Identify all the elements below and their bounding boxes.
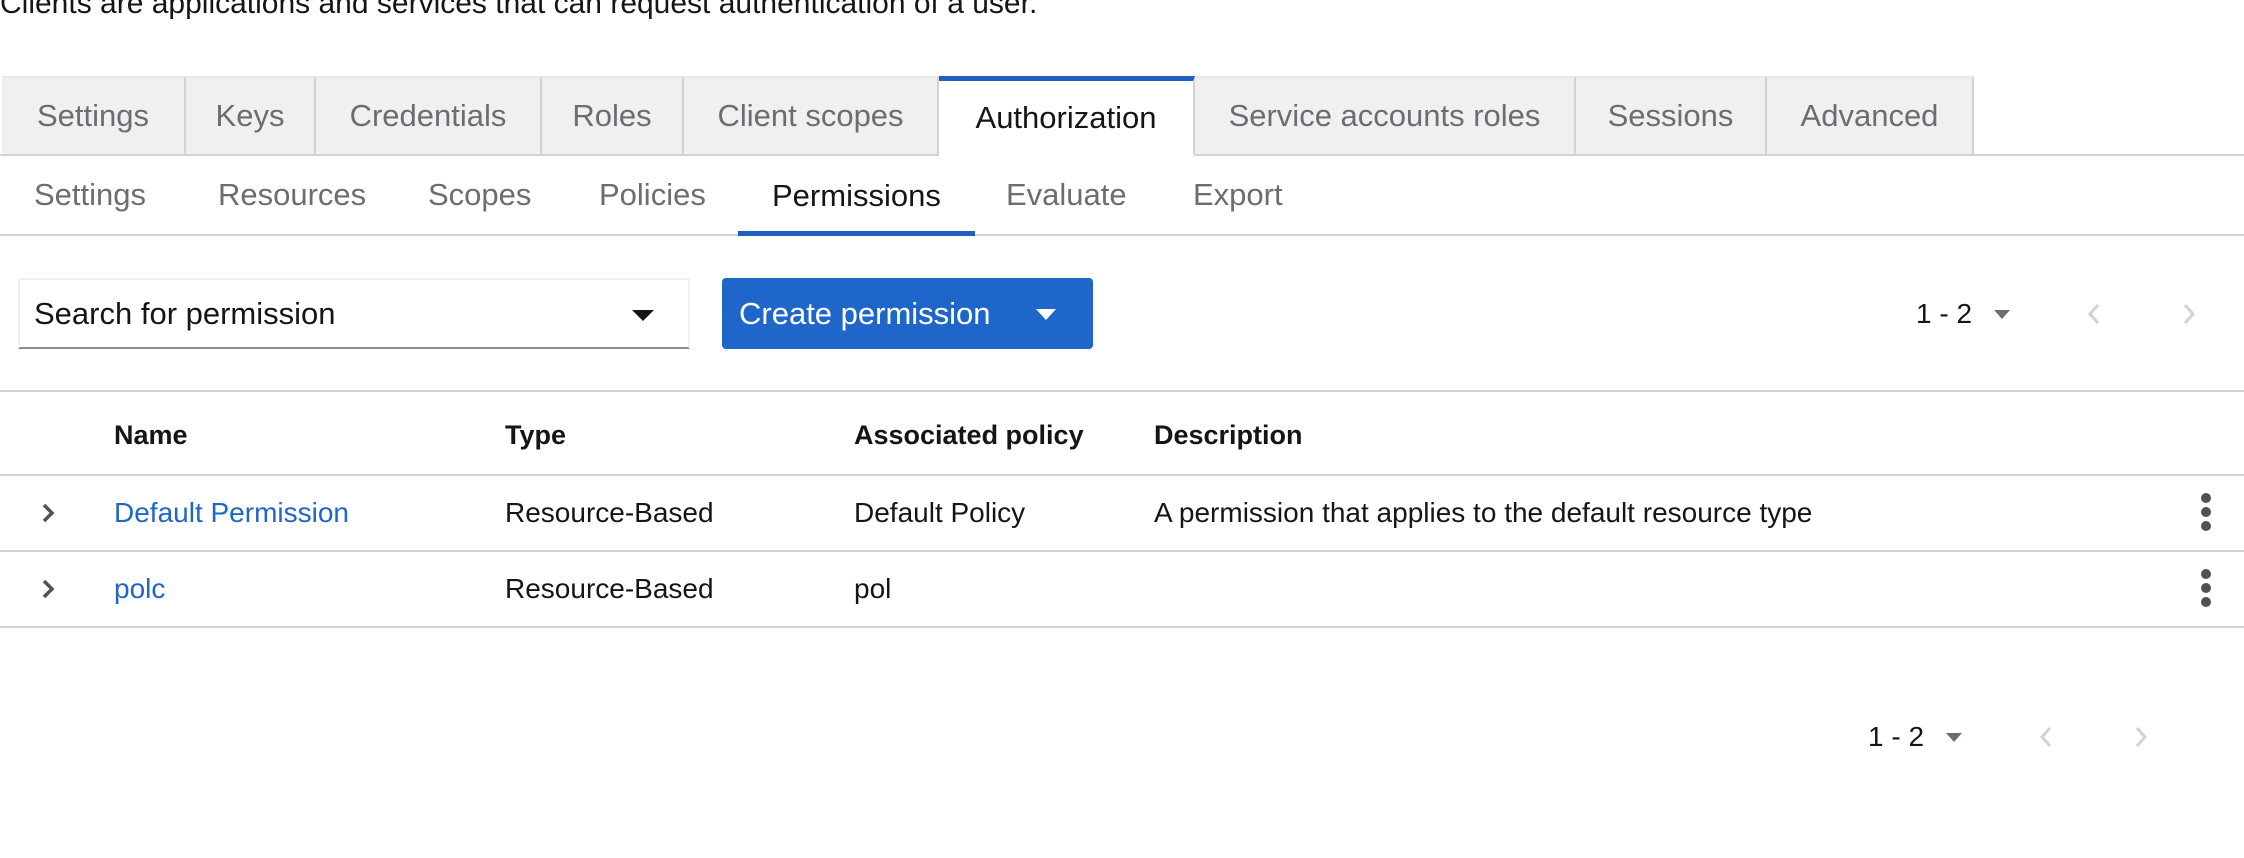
- subtab-policies[interactable]: Policies: [599, 156, 706, 234]
- pagination-bottom: 1 - 2: [1868, 712, 2168, 762]
- header-divider: [0, 474, 2244, 476]
- chevron-left-icon: [2039, 727, 2052, 747]
- column-header-name: Name: [114, 420, 188, 450]
- row-actions-kebab-icon[interactable]: [2194, 492, 2218, 532]
- tab-sessions[interactable]: Sessions: [1576, 76, 1767, 154]
- row-expand-toggle[interactable]: [34, 499, 62, 527]
- row-divider: [0, 626, 2244, 628]
- search-permission-select[interactable]: Search for permission: [18, 278, 690, 349]
- column-header-description: Description: [1154, 420, 1303, 450]
- subtab-export[interactable]: Export: [1193, 156, 1283, 234]
- chevron-right-icon: [2135, 727, 2148, 747]
- table-top-border: [0, 390, 2244, 392]
- create-permission-button[interactable]: Create permission: [722, 278, 1093, 349]
- tab-roles[interactable]: Roles: [542, 76, 684, 154]
- authorization-subtabs: Settings Resources Scopes Policies Permi…: [0, 156, 2244, 236]
- next-page-button[interactable]: [2174, 299, 2204, 329]
- subtab-settings[interactable]: Settings: [34, 156, 146, 234]
- caret-down-icon: [1036, 309, 1056, 320]
- subtab-permissions[interactable]: Permissions: [738, 156, 975, 236]
- create-permission-label: Create permission: [739, 295, 991, 331]
- tab-client-scopes[interactable]: Client scopes: [684, 76, 939, 154]
- associated-policy: Default Policy: [854, 497, 1026, 528]
- pagination-top: 1 - 2: [1916, 289, 2216, 339]
- permission-type: Resource-Based: [505, 573, 714, 604]
- tab-credentials[interactable]: Credentials: [316, 76, 542, 154]
- row-divider: [0, 550, 2244, 552]
- permission-description: A permission that applies to the default…: [1154, 497, 1813, 528]
- caret-down-icon: [632, 310, 654, 321]
- subtab-scopes[interactable]: Scopes: [428, 156, 531, 234]
- pagination-count: 1 - 2: [1916, 298, 1973, 329]
- client-tabs: Settings Keys Credentials Roles Client s…: [0, 76, 2244, 156]
- search-permission-label: Search for permission: [34, 295, 336, 331]
- row-expand-toggle[interactable]: [34, 575, 62, 603]
- chevron-left-icon: [2087, 304, 2100, 324]
- chevron-right-icon: [42, 579, 55, 599]
- per-page-toggle[interactable]: 1 - 2: [1868, 721, 1963, 753]
- column-header-type: Type: [505, 420, 567, 450]
- caret-down-icon: [1946, 732, 1963, 742]
- row-actions-kebab-icon[interactable]: [2194, 568, 2218, 608]
- per-page-toggle[interactable]: 1 - 2: [1916, 298, 2011, 330]
- associated-policy: pol: [854, 573, 892, 604]
- previous-page-button[interactable]: [2079, 299, 2109, 329]
- chevron-right-icon: [2183, 304, 2196, 324]
- subtab-resources[interactable]: Resources: [218, 156, 366, 234]
- page-description: Clients are applications and services th…: [0, 0, 1038, 20]
- permission-name-link[interactable]: Default Permission: [114, 497, 349, 529]
- permission-name-link[interactable]: polc: [114, 573, 165, 605]
- tab-authorization[interactable]: Authorization: [939, 76, 1195, 156]
- tab-settings[interactable]: Settings: [2, 76, 186, 154]
- chevron-right-icon: [42, 503, 55, 523]
- tab-keys[interactable]: Keys: [186, 76, 316, 154]
- next-page-button[interactable]: [2126, 722, 2156, 752]
- caret-down-icon: [1994, 309, 2011, 319]
- permission-type: Resource-Based: [505, 497, 714, 528]
- pagination-count: 1 - 2: [1868, 721, 1925, 752]
- tab-service-accounts-roles[interactable]: Service accounts roles: [1195, 76, 1576, 154]
- column-header-associated-policy: Associated policy: [854, 420, 1084, 450]
- subtab-evaluate[interactable]: Evaluate: [1006, 156, 1127, 234]
- previous-page-button[interactable]: [2031, 722, 2061, 752]
- tab-advanced[interactable]: Advanced: [1767, 76, 1974, 154]
